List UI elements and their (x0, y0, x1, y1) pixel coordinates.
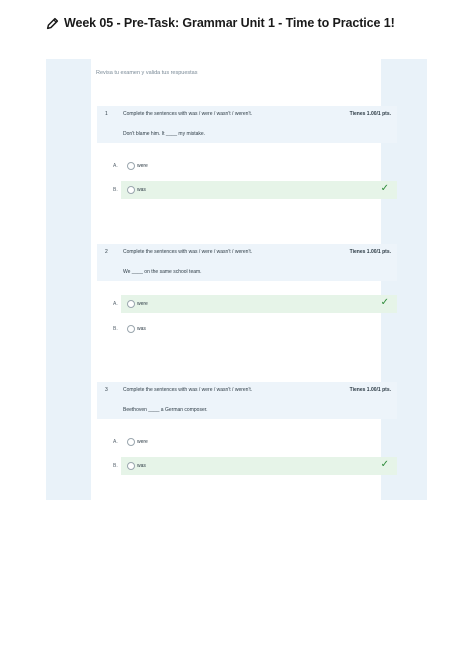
option-letter: A. (113, 301, 118, 307)
option-letter: B. (113, 187, 118, 193)
checkmark-icon: ✓ (380, 297, 389, 308)
option-text: were (137, 301, 148, 307)
page-header: Week 05 - Pre-Task: Grammar Unit 1 - Tim… (46, 16, 395, 30)
question-number: 2 (105, 249, 108, 255)
radio-button (127, 162, 135, 170)
answer-option: A. were (113, 433, 397, 451)
checkmark-icon: ✓ (380, 183, 389, 194)
question-prompt: Complete the sentences with was / were /… (123, 249, 253, 255)
quiz-sheet: Revisa tu examen y valida tus respuestas… (91, 59, 397, 500)
radio-button (127, 462, 135, 470)
pencil-icon (46, 17, 59, 29)
question-header: 1 Complete the sentences with was / were… (97, 106, 397, 143)
checkmark-icon: ✓ (380, 459, 389, 470)
answer-option-correct: B. was ✓ (113, 457, 397, 475)
quiz-frame: Revisa tu examen y valida tus respuestas… (46, 59, 427, 500)
question-prompt: Complete the sentences with was / were /… (123, 387, 253, 393)
question-points: Tienes 1.00/1 pts. (349, 111, 391, 117)
answer-option: B. was (113, 320, 397, 338)
option-text: was (137, 326, 146, 332)
option-text: was (137, 187, 146, 193)
option-letter: A. (113, 163, 118, 169)
option-text: were (137, 163, 148, 169)
page-title: Week 05 - Pre-Task: Grammar Unit 1 - Tim… (64, 16, 395, 30)
option-letter: B. (113, 326, 118, 332)
option-letter: B. (113, 463, 118, 469)
question-number: 3 (105, 387, 108, 393)
radio-button (127, 325, 135, 333)
question-header: 2 Complete the sentences with was / were… (97, 244, 397, 281)
answer-option-correct: A. were ✓ (113, 295, 397, 313)
option-text: were (137, 439, 148, 445)
question-points: Tienes 1.00/1 pts. (349, 387, 391, 393)
answer-option-correct: B. was ✓ (113, 181, 397, 199)
radio-button (127, 186, 135, 194)
radio-button (127, 300, 135, 308)
question-text: Don't blame him. It ____ my mistake. (123, 131, 206, 137)
radio-button (127, 438, 135, 446)
instructions: Revisa tu examen y valida tus respuestas (96, 70, 198, 76)
question-text: Beethoven ____ a German composer. (123, 407, 208, 413)
answer-option: A. were (113, 157, 397, 175)
question-points: Tienes 1.00/1 pts. (349, 249, 391, 255)
question-prompt: Complete the sentences with was / were /… (123, 111, 253, 117)
question-text: We ____ on the same school team. (123, 269, 202, 275)
option-letter: A. (113, 439, 118, 445)
option-text: was (137, 463, 146, 469)
question-header: 3 Complete the sentences with was / were… (97, 382, 397, 419)
question-number: 1 (105, 111, 108, 117)
